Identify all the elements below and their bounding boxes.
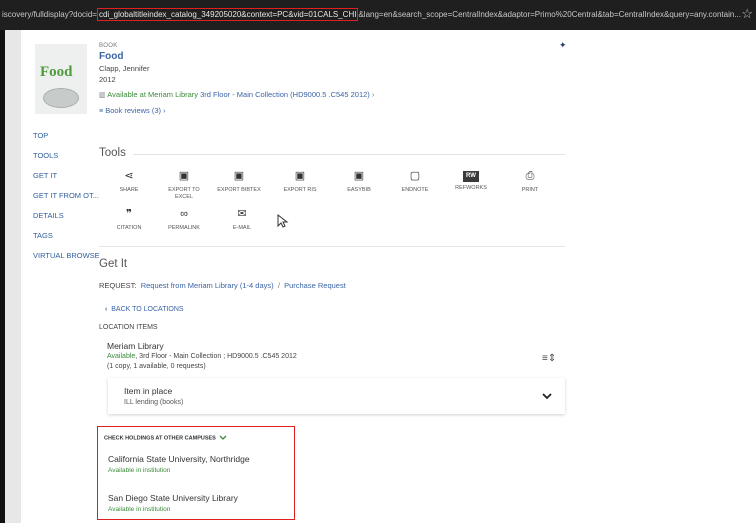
record-type: BOOK (99, 43, 118, 49)
filter-sort-icon[interactable]: ≡⇕ (542, 353, 556, 364)
back-to-locations-link[interactable]: ‹ BACK TO LOCATIONS (105, 306, 184, 313)
chevron-left-icon: ‹ (105, 306, 108, 313)
bibtex-icon: ▣ (233, 170, 245, 182)
mouse-cursor-icon (277, 214, 289, 228)
nav-top[interactable]: TOP (33, 131, 48, 140)
availability-status: Available at Meriam Library (107, 90, 199, 99)
tool-email-label: E-MAIL (232, 225, 252, 231)
url-text[interactable]: iscovery/fulldisplay?docid= cdi_globaltit… (2, 8, 741, 21)
cover-plate-image (43, 88, 79, 108)
record-author[interactable]: Clapp, Jennifer (99, 64, 149, 73)
availability-line[interactable]: ▥ Available at Meriam Library 3rd Floor … (99, 90, 374, 99)
refworks-icon: RW (463, 171, 479, 182)
copies-summary: (1 copy, 1 available, 0 requests) (107, 363, 206, 370)
other-campuses-panel: CHECK HOLDINGS AT OTHER CAMPUSES Califor… (97, 426, 295, 520)
record-title[interactable]: Food (99, 51, 123, 62)
url-highlighted-segment: cdi_globaltitleindex_catalog_349205020&c… (96, 8, 359, 21)
lines-icon: ≡ (99, 108, 104, 115)
tool-refworks[interactable]: RW REFWORKS (446, 171, 496, 192)
nav-get-it-from-other[interactable]: GET IT FROM OT... (33, 191, 99, 200)
book-reviews-label: Book reviews (3) (105, 106, 162, 115)
request-meriam-link[interactable]: Request from Meriam Library (1-4 days) (141, 281, 274, 290)
tool-export-excel[interactable]: ▣ EXPORT TO EXCEL (159, 170, 209, 201)
endnote-icon: ▢ (409, 170, 421, 182)
nav-tools[interactable]: TOOLS (33, 151, 58, 160)
cover-title: Food (40, 64, 73, 80)
nav-details[interactable]: DETAILS (33, 211, 64, 220)
citation-icon: ❞ (126, 208, 132, 220)
purchase-request-link[interactable]: Purchase Request (284, 281, 346, 290)
tool-export-bibtex-label: EXPORT BIBTEX (217, 187, 261, 193)
tool-permalink-label: PERMALINK (168, 225, 200, 231)
chevron-down-icon[interactable] (542, 392, 552, 400)
book-cover[interactable]: Food (35, 44, 87, 114)
email-icon: ✉ (237, 208, 247, 220)
pin-icon[interactable]: ✦ (559, 40, 567, 51)
tool-permalink[interactable]: ∞ PERMALINK (159, 208, 209, 232)
ris-icon: ▣ (294, 170, 306, 182)
get-it-heading: Get It (99, 258, 128, 270)
chevron-right-icon: › (163, 106, 166, 115)
nav-virtual-browse[interactable]: VIRTUAL BROWSE (33, 251, 100, 260)
tool-endnote-label: ENDNOTE (401, 187, 429, 193)
request-label: REQUEST: (99, 281, 137, 290)
request-separator: / (277, 281, 280, 290)
url-suffix: &lang=en&search_scope=CentralIndex&adapt… (358, 10, 741, 19)
tool-citation-label: CITATION (116, 225, 142, 231)
library-details: , 3rd Floor - Main Collection ; HD9000.5… (135, 353, 297, 360)
tool-share-label: SHARE (119, 187, 139, 193)
browser-address-bar[interactable]: iscovery/fulldisplay?docid= cdi_globaltit… (0, 0, 756, 30)
url-prefix: iscovery/fulldisplay?docid= (2, 10, 97, 19)
link-icon: ∞ (180, 208, 188, 220)
tool-print[interactable]: ⎙ PRINT (505, 170, 555, 194)
campus-sandiego-name[interactable]: San Diego State University Library (108, 493, 238, 503)
tool-easybib-label: EASYBIB (347, 187, 371, 193)
record-page: Food BOOK Food Clapp, Jennifer 2012 ▥ Av… (21, 30, 756, 523)
tool-citation[interactable]: ❞ CITATION (104, 208, 154, 232)
library-status: Available (107, 353, 136, 360)
tools-divider (133, 154, 565, 155)
nav-get-it[interactable]: GET IT (33, 171, 57, 180)
nav-tags[interactable]: TAGS (33, 231, 53, 240)
other-campuses-heading: CHECK HOLDINGS AT OTHER CAMPUSES (104, 435, 216, 442)
location-items-label: LOCATION ITEMS (99, 324, 158, 331)
record-year: 2012 (99, 75, 116, 84)
tool-export-ris[interactable]: ▣ EXPORT RIS (275, 170, 325, 194)
book-reviews-link[interactable]: ≡ Book reviews (3) › (99, 106, 166, 115)
book-stack-icon: ▥ (99, 92, 106, 99)
item-policy: ILL lending (books) (124, 399, 184, 406)
chevron-down-icon (219, 435, 227, 440)
tool-easybib[interactable]: ▣ EASYBIB (334, 170, 384, 194)
item-status: Item in place (124, 386, 173, 396)
campus-northridge-name[interactable]: California State University, Northridge (108, 454, 250, 464)
get-it-divider (99, 246, 565, 247)
chevron-right-icon: › (371, 90, 375, 99)
availability-location: 3rd Floor - Main Collection (HD9000.5 .C… (200, 90, 370, 99)
campus-northridge-status: Available in institution (108, 467, 171, 474)
easybib-icon: ▣ (353, 170, 365, 182)
library-availability: Available, 3rd Floor - Main Collection ;… (107, 353, 297, 360)
campus-sandiego-status: Available in institution (108, 506, 171, 513)
tool-export-bibtex[interactable]: ▣ EXPORT BIBTEX (214, 170, 264, 194)
tools-heading: Tools (99, 147, 126, 159)
print-icon: ⎙ (525, 170, 535, 182)
tool-email[interactable]: ✉ E-MAIL (217, 208, 267, 232)
other-campuses-toggle[interactable]: CHECK HOLDINGS AT OTHER CAMPUSES (104, 435, 227, 441)
item-card[interactable]: Item in place ILL lending (books) (108, 378, 565, 414)
tool-export-excel-label: EXPORT TO EXCEL (168, 187, 200, 200)
tool-share[interactable]: ⋖ SHARE (104, 170, 154, 194)
tool-export-ris-label: EXPORT RIS (283, 187, 317, 193)
tool-endnote[interactable]: ▢ ENDNOTE (390, 170, 440, 194)
bookmark-star-icon[interactable]: ☆ (741, 6, 753, 22)
request-line: REQUEST: Request from Meriam Library (1-… (99, 281, 346, 290)
tool-print-label: PRINT (521, 187, 539, 193)
library-name: Meriam Library (107, 341, 164, 351)
tool-refworks-label: REFWORKS (455, 185, 487, 191)
share-icon: ⋖ (124, 170, 134, 182)
back-to-locations-label: BACK TO LOCATIONS (111, 306, 184, 313)
excel-icon: ▣ (178, 170, 190, 182)
